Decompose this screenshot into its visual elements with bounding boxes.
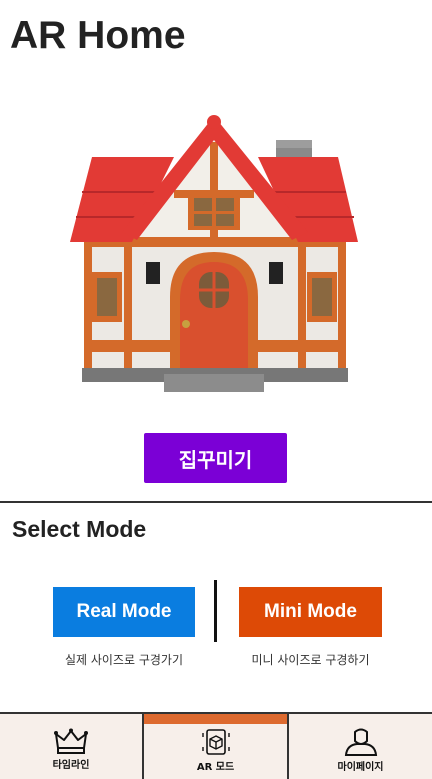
page-title: AR Home [10, 14, 186, 57]
active-tab-indicator [144, 714, 287, 724]
mini-mode-description: 미니 사이즈로 구경하기 [251, 653, 370, 667]
tab-ar-mode-label: AR 모드 [196, 762, 235, 773]
house-image [70, 115, 358, 392]
real-mode-description: 실제 사이즈로 구경가기 [64, 653, 184, 667]
section-divider [0, 501, 432, 503]
ar-cube-icon [201, 729, 230, 755]
crown-icon [54, 728, 88, 754]
tab-timeline[interactable]: 타임라인 [0, 714, 142, 779]
user-icon [344, 728, 377, 756]
tab-mypage-label: 마이페이지 [337, 762, 384, 773]
bottom-tab-bar: 타임라인 AR 모드 마이페이지 [0, 712, 432, 779]
mode-separator [214, 580, 217, 642]
select-mode-heading: Select Mode [12, 516, 147, 542]
mini-mode-button[interactable]: Mini Mode [239, 587, 382, 637]
real-mode-button[interactable]: Real Mode [53, 587, 195, 637]
decorate-house-button[interactable]: 집꾸미기 [144, 433, 287, 483]
tab-timeline-label: 타임라인 [52, 760, 90, 771]
tab-mypage[interactable]: 마이페이지 [289, 714, 432, 779]
tab-ar-mode[interactable]: AR 모드 [142, 714, 289, 779]
